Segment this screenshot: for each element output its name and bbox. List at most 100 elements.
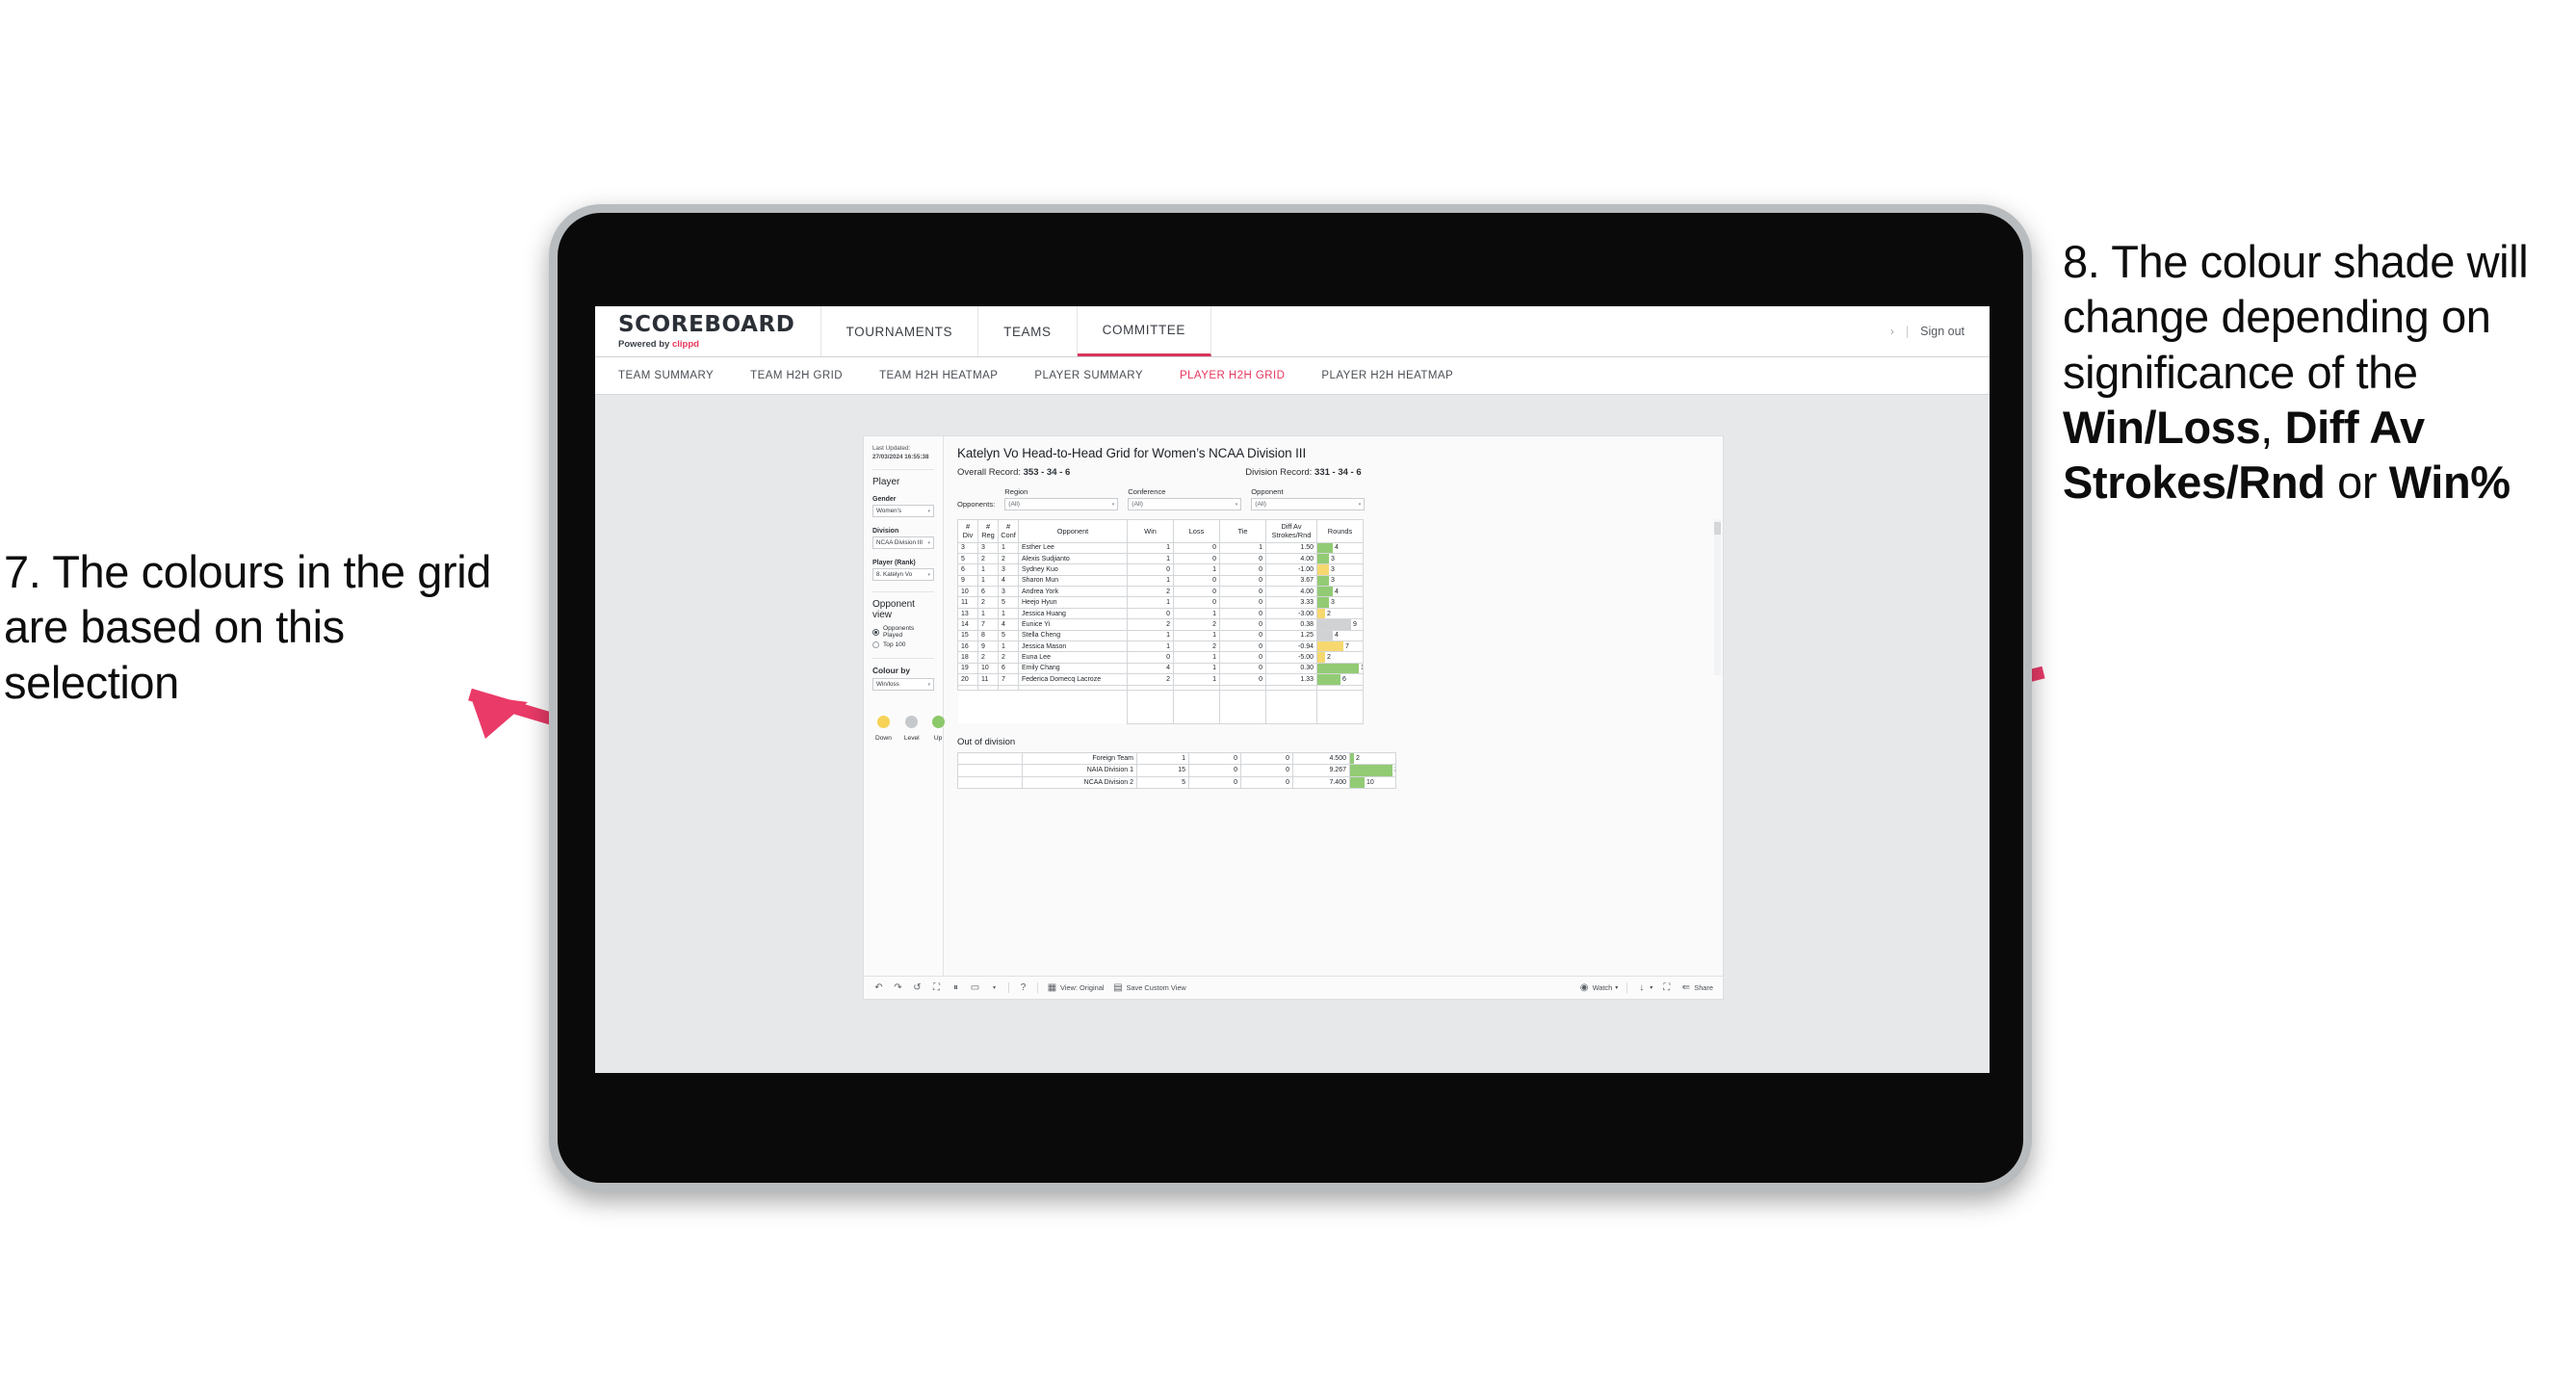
cell-rounds: 4 xyxy=(1316,629,1364,642)
tab-team-summary[interactable]: TEAM SUMMARY xyxy=(618,370,714,381)
cell-diff: -3.00 xyxy=(1265,607,1317,620)
shape-dropdown-icon[interactable]: ▾ xyxy=(989,982,1000,993)
chevron-down-icon: ▾ xyxy=(927,681,930,688)
col-rounds: Rounds xyxy=(1316,519,1364,543)
division-select[interactable]: NCAA Division III ▾ xyxy=(872,536,934,550)
table-row[interactable]: 10 6 3 Andrea York 2 0 0 4.00 4 xyxy=(957,586,1364,598)
refresh-icon[interactable]: ⛶ xyxy=(931,982,942,993)
h2h-grid-body: 3 3 1 Esther Lee 1 0 1 1.50 4 5 2 2 Alexis Sudjianto… xyxy=(957,541,1364,724)
table-row[interactable]: 16 9 1 Jessica Mason 1 2 0 -0.94 7 xyxy=(957,640,1364,653)
fullscreen-icon[interactable]: ⛶ xyxy=(1661,982,1672,993)
radio-opponents-played[interactable]: Opponents Played xyxy=(872,625,934,639)
tab-player-summary[interactable]: PLAYER SUMMARY xyxy=(1034,370,1143,381)
table-row[interactable]: 19106Emily Chang4100.3011 xyxy=(957,662,1364,675)
shape-icon[interactable]: ▭ xyxy=(970,982,980,993)
col-div-line2: Div xyxy=(962,531,974,540)
tab-player-h2h-grid[interactable]: PLAYER H2H GRID xyxy=(1180,370,1285,381)
cell-conf: 5 xyxy=(998,596,1019,609)
cell-reg: 1 xyxy=(977,574,999,588)
rounds-bar xyxy=(1317,576,1329,586)
cell-diff: 9.267 xyxy=(1292,764,1350,777)
table-row[interactable]: 6 1 3 Sydney Kuo 0 1 0 -1.00 3 xyxy=(957,563,1364,576)
table-row[interactable]: 14 7 4 Eunice Yi 2 2 0 0.38 9 xyxy=(957,618,1364,631)
cell-loss: 0 xyxy=(1188,764,1241,777)
annotation-8-bold-winloss: Win/Loss xyxy=(2063,401,2261,453)
player-rank-select[interactable]: 8. Katelyn Vo ▾ xyxy=(872,568,934,582)
download-button[interactable]: ↓ ▾ xyxy=(1636,982,1652,993)
table-row[interactable]: 5 2 2 Alexis Sudjianto 1 0 0 4.00 3 xyxy=(957,552,1364,565)
table-row[interactable]: NCAA Division 2 5 0 0 7.400 10 xyxy=(957,775,1396,790)
player-rank-value: 8. Katelyn Vo xyxy=(876,571,913,579)
opponent-filter-select[interactable]: (All) ▾ xyxy=(1251,498,1366,510)
redo-icon[interactable]: ↷ xyxy=(893,982,903,993)
table-row[interactable]: Foreign Team 1 0 0 4.500 2 xyxy=(957,751,1396,766)
radio-top-100[interactable]: Top 100 xyxy=(872,641,934,649)
table-row[interactable]: 13 1 1 Jessica Huang 0 1 0 -3.00 2 xyxy=(957,607,1364,620)
cell-diff: 3.33 xyxy=(1265,596,1317,609)
cell-tie: 0 xyxy=(1219,618,1266,631)
table-row[interactable]: 3 3 1 Esther Lee 1 0 1 1.50 4 xyxy=(957,541,1364,554)
chevron-right-icon[interactable]: › xyxy=(1890,325,1894,338)
cell-diff: -1.00 xyxy=(1265,563,1317,576)
legend-label-down: Down xyxy=(875,735,892,743)
undo-icon[interactable]: ↶ xyxy=(873,982,884,993)
grid-scrollbar-thumb[interactable] xyxy=(1714,522,1721,535)
region-filter-select[interactable]: (All) ▾ xyxy=(1004,498,1119,510)
conference-filter-value: (All) xyxy=(1132,501,1143,508)
save-custom-view-button[interactable]: ▤ Save Custom View xyxy=(1112,982,1186,993)
table-row[interactable]: 9 1 4 Sharon Mun 1 0 0 3.67 3 xyxy=(957,574,1364,588)
nav-item-teams[interactable]: TEAMS xyxy=(978,306,1078,356)
table-row[interactable]: 20 11 7 Federica Domecq Lacroze 2 1 0 1.33 6 xyxy=(957,673,1364,686)
tab-team-h2h-grid[interactable]: TEAM H2H GRID xyxy=(750,370,843,381)
sign-out-link[interactable]: Sign out xyxy=(1920,325,1965,338)
cell-tie: 0 xyxy=(1219,574,1266,588)
rounds-bar xyxy=(1317,587,1333,596)
cell-rounds: 3 xyxy=(1316,596,1364,609)
cell-div: 16 xyxy=(957,640,978,653)
table-row[interactable]: NAIA Division 115009.26730 xyxy=(957,764,1396,777)
cell-reg: 2 xyxy=(977,552,999,565)
gender-select[interactable]: Women’s ▾ xyxy=(872,505,934,518)
scoreboard-logo[interactable]: SCOREBOARD Powered by clippd xyxy=(595,306,821,356)
help-icon[interactable]: ? xyxy=(1018,982,1028,993)
watch-button[interactable]: ◉ Watch ▾ xyxy=(1579,982,1619,993)
rounds-value: 4 xyxy=(1335,544,1339,552)
tab-team-h2h-heatmap[interactable]: TEAM H2H HEATMAP xyxy=(879,370,998,381)
last-updated-value: 27/03/2024 16:55:38 xyxy=(872,454,929,461)
table-row[interactable]: 15 8 5 Stella Cheng 1 1 0 1.25 4 xyxy=(957,629,1364,642)
cell-loss: 1 xyxy=(1173,651,1220,664)
nav-item-tournaments[interactable]: TOURNAMENTS xyxy=(821,306,979,356)
panel-divider-1 xyxy=(872,469,934,471)
cell-win: 5 xyxy=(1136,775,1189,790)
cell-conf: 6 xyxy=(998,662,1019,675)
cell-diff: 7.400 xyxy=(1292,775,1350,790)
view-original-button[interactable]: ▦ View: Original xyxy=(1047,982,1105,993)
rounds-value: 30 xyxy=(1392,766,1395,776)
table-row[interactable]: 11 2 5 Heejo Hyun 1 0 0 3.33 3 xyxy=(957,596,1364,609)
conference-filter-select[interactable]: (All) ▾ xyxy=(1128,498,1242,510)
cell-tie: 0 xyxy=(1219,563,1266,576)
cell-reg: 1 xyxy=(977,563,999,576)
rounds-bar xyxy=(1317,631,1333,641)
cell-loss: 0 xyxy=(1173,586,1220,598)
revert-icon[interactable]: ↺ xyxy=(912,982,923,993)
grid-scrollbar-track[interactable] xyxy=(1714,519,1721,675)
table-row[interactable]: 18 2 2 Euna Lee 0 1 0 -5.00 2 xyxy=(957,651,1364,664)
overall-record-value: 353 - 34 - 6 xyxy=(1023,467,1071,478)
cell-conf: 5 xyxy=(998,629,1019,642)
cell-conf: 1 xyxy=(998,607,1019,620)
nav-item-committee[interactable]: COMMITTEE xyxy=(1077,306,1212,356)
last-updated: Last Updated: 27/03/2024 16:55:38 xyxy=(872,444,934,461)
save-view-icon: ▤ xyxy=(1113,982,1123,993)
cell-loss: 0 xyxy=(1173,552,1220,565)
pause-icon[interactable]: ⏸ xyxy=(950,982,961,993)
cell-opponent: Stella Cheng xyxy=(1018,629,1128,642)
cell-opponent: Eunice Yi xyxy=(1018,618,1128,631)
cell-tie: 0 xyxy=(1219,586,1266,598)
cell-tie: 0 xyxy=(1219,607,1266,620)
share-button[interactable]: ⇚ Share xyxy=(1680,982,1713,993)
annotation-8-mid2: or xyxy=(2325,457,2389,509)
tab-player-h2h-heatmap[interactable]: PLAYER H2H HEATMAP xyxy=(1321,370,1453,381)
colour-by-select[interactable]: Win/loss ▾ xyxy=(872,678,934,692)
conference-filter-label: Conference xyxy=(1128,487,1166,496)
